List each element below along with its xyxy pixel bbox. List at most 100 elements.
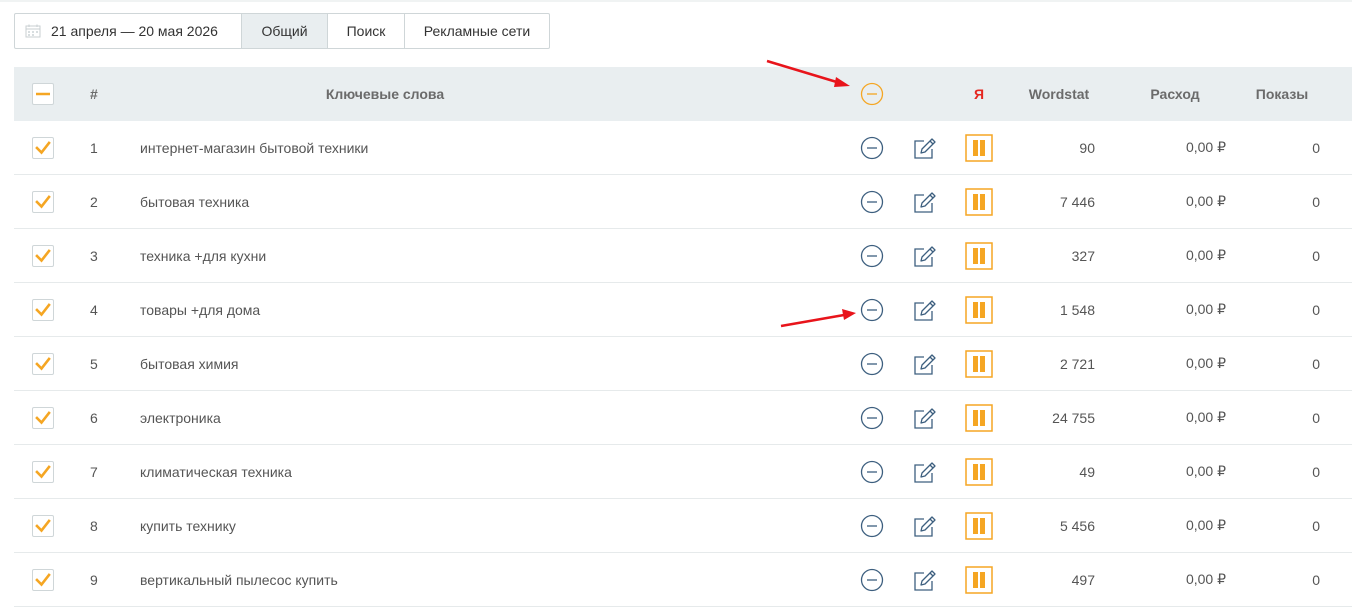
tab-search[interactable]: Поиск <box>328 13 405 49</box>
row-checkbox[interactable] <box>32 514 54 537</box>
row-wordstat: 327 <box>1071 247 1095 264</box>
row-num: 1 <box>90 139 98 156</box>
edit-icon[interactable] <box>912 189 938 215</box>
select-all-checkbox[interactable] <box>32 83 54 105</box>
row-wordstat: 1 548 <box>1059 301 1095 318</box>
minus-circle-icon[interactable] <box>860 352 884 376</box>
row-num: 8 <box>90 517 98 534</box>
row-checkbox[interactable] <box>32 136 54 159</box>
header-shows[interactable]: Показы <box>1244 67 1320 121</box>
row-shows: 0 <box>1312 139 1320 156</box>
edit-icon[interactable] <box>912 567 938 593</box>
pause-icon[interactable] <box>965 349 993 378</box>
row-checkbox[interactable] <box>32 406 54 429</box>
pause-icon[interactable] <box>965 511 993 540</box>
check-icon <box>35 518 51 532</box>
check-icon <box>35 302 51 316</box>
table-row: 8 купить технику 5 456 0,00 ₽ 0 <box>14 499 1352 553</box>
row-num: 2 <box>90 193 98 210</box>
check-icon <box>35 572 51 586</box>
edit-icon[interactable] <box>912 351 938 377</box>
row-cost: 0,00 ₽ <box>1185 139 1226 155</box>
check-icon <box>35 464 51 478</box>
row-shows: 0 <box>1312 517 1320 534</box>
check-icon <box>35 410 51 424</box>
row-cost: 0,00 ₽ <box>1185 355 1226 371</box>
minus-circle-icon[interactable] <box>860 568 884 592</box>
row-shows: 0 <box>1312 571 1320 588</box>
row-shows: 0 <box>1312 355 1320 372</box>
header-keywords[interactable]: Ключевые слова <box>140 67 840 121</box>
table-row: 2 бытовая техника 7 446 0,00 ₽ 0 <box>14 175 1352 229</box>
table-row: 1 интернет-магазин бытовой техники 90 0,… <box>14 121 1352 175</box>
row-wordstat: 5 456 <box>1059 517 1095 534</box>
row-num: 4 <box>90 301 98 318</box>
minus-circle-icon[interactable] <box>860 460 884 484</box>
edit-icon[interactable] <box>912 513 938 539</box>
row-checkbox[interactable] <box>32 244 54 267</box>
check-icon <box>35 140 51 154</box>
row-wordstat: 7 446 <box>1059 193 1095 210</box>
keywords-table: # Ключевые слова Я Wordstat Расход Показ… <box>14 67 1352 607</box>
minus-circle-icon[interactable] <box>860 298 884 322</box>
row-keyword: бытовая химия <box>140 355 239 372</box>
minus-circle-icon[interactable] <box>860 190 884 214</box>
row-shows: 0 <box>1312 463 1320 480</box>
pause-icon[interactable] <box>965 241 993 270</box>
row-checkbox[interactable] <box>32 460 54 483</box>
tab-general[interactable]: Общий <box>242 13 328 49</box>
table-row: 4 товары +для дома 1 548 0,00 ₽ 0 <box>14 283 1352 337</box>
check-icon <box>35 356 51 370</box>
header-yandex: Я <box>973 86 985 102</box>
pause-icon[interactable] <box>965 403 993 432</box>
edit-icon[interactable] <box>912 405 938 431</box>
date-range-picker[interactable]: 21 апреля — 20 мая 2026 <box>14 13 242 49</box>
table-row: 6 электроника 24 755 0,00 ₽ 0 <box>14 391 1352 445</box>
row-cost: 0,00 ₽ <box>1185 193 1226 209</box>
row-cost: 0,00 ₽ <box>1185 409 1226 425</box>
minus-circle-icon[interactable] <box>860 82 884 106</box>
minus-circle-icon[interactable] <box>860 244 884 268</box>
edit-icon[interactable] <box>912 243 938 269</box>
row-keyword: купить технику <box>140 517 236 534</box>
row-wordstat: 90 <box>1079 139 1095 156</box>
row-keyword: вертикальный пылесос купить <box>140 571 338 588</box>
table-row: 9 вертикальный пылесос купить 497 0,00 ₽ <box>14 553 1352 607</box>
pause-icon[interactable] <box>965 565 993 594</box>
edit-icon[interactable] <box>912 459 938 485</box>
pause-icon[interactable] <box>965 187 993 216</box>
table-row: 5 бытовая химия 2 721 0,00 ₽ 0 <box>14 337 1352 391</box>
row-shows: 0 <box>1312 301 1320 318</box>
row-keyword: бытовая техника <box>140 193 250 210</box>
row-cost: 0,00 ₽ <box>1185 463 1226 479</box>
table-body: 1 интернет-магазин бытовой техники 90 0,… <box>14 121 1352 607</box>
edit-icon[interactable] <box>912 135 938 161</box>
row-shows: 0 <box>1312 193 1320 210</box>
header-cost[interactable]: Расход <box>1124 67 1226 121</box>
row-wordstat: 49 <box>1079 463 1095 480</box>
row-cost: 0,00 ₽ <box>1185 517 1226 533</box>
row-wordstat: 497 <box>1071 571 1095 588</box>
check-icon <box>35 194 51 208</box>
row-checkbox[interactable] <box>32 352 54 375</box>
header-wordstat[interactable]: Wordstat <box>1014 67 1104 121</box>
pause-icon[interactable] <box>965 133 993 162</box>
calendar-icon <box>25 24 41 38</box>
edit-icon[interactable] <box>912 297 938 323</box>
row-keyword: климатическая техника <box>140 463 292 480</box>
row-num: 7 <box>90 463 98 480</box>
pause-icon[interactable] <box>965 295 993 324</box>
pause-icon[interactable] <box>965 457 993 486</box>
minus-circle-icon[interactable] <box>860 136 884 160</box>
minus-circle-icon[interactable] <box>860 406 884 430</box>
tab-ad-networks[interactable]: Рекламные сети <box>405 13 550 49</box>
row-checkbox[interactable] <box>32 298 54 321</box>
row-checkbox[interactable] <box>32 190 54 213</box>
row-shows: 0 <box>1312 409 1320 426</box>
row-num: 3 <box>90 247 98 264</box>
table-header: # Ключевые слова Я Wordstat Расход Показ… <box>14 67 1352 121</box>
row-keyword: интернет-магазин бытовой техники <box>140 139 369 156</box>
row-shows: 0 <box>1312 247 1320 264</box>
row-checkbox[interactable] <box>32 568 54 591</box>
minus-circle-icon[interactable] <box>860 514 884 538</box>
